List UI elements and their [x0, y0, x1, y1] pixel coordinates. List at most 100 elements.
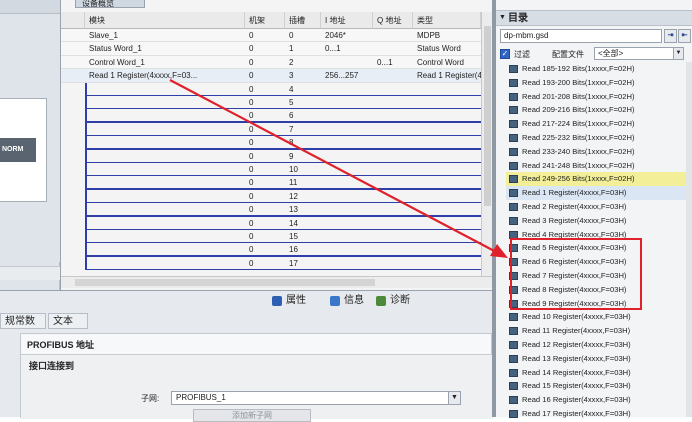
catalog-item[interactable]: Read 11 Register(4xxxx,F=03H) — [506, 324, 686, 338]
empty-slot-row[interactable]: 08 — [61, 136, 481, 150]
catalog-item[interactable]: Read 3 Register(4xxxx,F=03H) — [506, 214, 686, 228]
profile-select[interactable]: <全部> ▼ — [594, 47, 684, 60]
catalog-item[interactable]: Read 12 Register(4xxxx,F=03H) — [506, 338, 686, 352]
module-icon — [509, 382, 518, 391]
catalog-item[interactable]: Read 209-216 Bits(1xxxx,F=02H) — [506, 103, 686, 117]
empty-slot-row[interactable]: 0 10 — [61, 163, 481, 177]
empty-slot-row[interactable]: 07 — [61, 122, 481, 137]
catalog-header[interactable]: ▼ 目录 — [496, 10, 692, 26]
empty-slot-row[interactable]: 09 — [61, 149, 481, 163]
catalog-search-input[interactable]: dp-mbm.gsd — [500, 29, 662, 43]
tab-info[interactable]: 信息 — [328, 293, 364, 309]
scroll-thumb[interactable] — [484, 26, 491, 206]
catalog-item[interactable]: Read 217-224 Bits(1xxxx,F=02H) — [506, 117, 686, 131]
catalog-item[interactable]: Read 241-248 Bits(1xxxx,F=02H) — [506, 159, 686, 173]
cell-i-addr — [321, 56, 373, 69]
empty-slot-row[interactable]: 0 15 — [61, 230, 481, 244]
empty-slot-row[interactable]: 04 — [61, 82, 481, 96]
tab-device-overview[interactable]: 设备概览 — [75, 0, 145, 8]
topology-canvas[interactable]: NORM — [0, 14, 60, 262]
column-header[interactable]: 插槽 — [285, 12, 321, 29]
subnet-select[interactable]: PROFIBUS_1 ▼ — [171, 391, 461, 405]
search-next-icon[interactable]: ⇥ — [664, 29, 677, 43]
catalog-item[interactable]: Read 225-232 Bits(1xxxx,F=02H) — [506, 131, 686, 145]
catalog-item-label: Read 241-248 Bits(1xxxx,F=02H) — [522, 160, 635, 170]
column-header[interactable]: I 地址 — [321, 12, 373, 29]
empty-slot-row[interactable]: 06 — [61, 109, 481, 123]
chevron-down-icon[interactable]: ▼ — [499, 14, 506, 21]
column-header[interactable] — [61, 12, 85, 29]
catalog-item[interactable]: Read 16 Register(4xxxx,F=03H) — [506, 393, 686, 407]
tab-constants[interactable]: 规常数 — [0, 313, 46, 329]
catalog-item[interactable]: Read 13 Register(4xxxx,F=03H) — [506, 352, 686, 366]
overview-vscroll[interactable] — [481, 12, 492, 276]
catalog-panel: ▼ 目录 dp-mbm.gsd ⇥ ⇤ ✓ 过滤 配置文件 <全部> ▼ Rea… — [496, 0, 692, 418]
catalog-item-label: Read 2 Register(4xxxx,F=03H) — [522, 202, 627, 211]
empty-slot-row[interactable]: 05 — [61, 96, 481, 110]
empty-slot-row[interactable]: 0 17 — [61, 256, 481, 271]
table-row[interactable]: Status Word_1 0 1 0...1 Status Word — [61, 42, 481, 56]
filter-checkbox[interactable]: ✓ — [500, 49, 510, 59]
inspector-body: PROFIBUS 地址 接口连接到 子网: PROFIBUS_1 ▼ 添加新子网 — [20, 333, 493, 422]
diagnostics-icon — [376, 296, 386, 306]
empty-slot-row[interactable]: 0 13 — [61, 203, 481, 217]
topology-view[interactable]: NORM — [0, 0, 60, 290]
cell-rack: 0 — [249, 124, 254, 134]
overview-hscroll[interactable] — [61, 276, 493, 288]
chevron-down-icon[interactable]: ▼ — [673, 48, 683, 59]
search-prev-icon[interactable]: ⇤ — [678, 29, 691, 43]
catalog-item[interactable]: Read 14 Register(4xxxx,F=03H) — [506, 366, 686, 380]
catalog-item-label: Read 16 Register(4xxxx,F=03H) — [522, 395, 631, 405]
table-row[interactable]: Read 1 Register(4xxxx,F=03... 0 3 256...257… — [61, 69, 481, 83]
subnet-label: 子网: — [141, 394, 160, 403]
cell-slot: 12 — [289, 191, 298, 201]
cell-rack: 0 — [249, 258, 254, 268]
catalog-item-label: Read 233-240 Bits(1xxxx,F=02H) — [522, 146, 635, 156]
catalog-item[interactable]: Read 233-240 Bits(1xxxx,F=02H) — [506, 145, 686, 159]
catalog-item[interactable]: Read 193-200 Bits(1xxxx,F=02H) — [506, 76, 686, 90]
module-icon — [509, 161, 518, 170]
catalog-item[interactable]: Read 249-256 Bits(1xxxx,F=02H) — [506, 172, 686, 187]
catalog-item[interactable]: Read 2 Register(4xxxx,F=03H) — [506, 200, 686, 214]
catalog-item[interactable]: Read 185-192 Bits(1xxxx,F=02H) — [506, 62, 686, 76]
empty-slot-row[interactable]: 0 14 — [61, 216, 481, 230]
catalog-vscroll[interactable] — [686, 62, 692, 417]
column-header[interactable]: 模块 — [85, 12, 245, 29]
tab-diagnostics[interactable]: 诊断 — [374, 293, 410, 309]
module-icon — [509, 341, 518, 349]
cell-q-addr: 0...1 — [377, 57, 393, 67]
catalog-item[interactable]: Read 17 Register(4xxxx,F=03H) — [506, 407, 686, 421]
tab-properties-label: 属性 — [286, 295, 306, 306]
tab-properties[interactable]: 属性 — [270, 293, 306, 309]
table-row[interactable]: Control Word_1 0 2 0...1 Control Word — [61, 55, 481, 70]
cell-i-addr: 0...1 — [325, 44, 341, 54]
profile-label: 配置文件 — [552, 50, 584, 59]
catalog-item-label: Read 3 Register(4xxxx,F=03H) — [522, 215, 627, 225]
module-icon — [509, 189, 518, 198]
column-header[interactable]: Q 地址 — [373, 12, 413, 29]
empty-slot-row[interactable]: 0 16 — [61, 243, 481, 257]
module-icon — [509, 106, 518, 115]
catalog-item[interactable]: Read 1 Register(4xxxx,F=03H) — [506, 186, 686, 200]
add-subnet-button[interactable]: 添加新子网 — [193, 409, 311, 422]
cell-rack: 0 — [249, 245, 254, 255]
chevron-down-icon[interactable]: ▼ — [448, 392, 460, 404]
cell-module: Slave_1 — [89, 31, 118, 40]
empty-slot-row[interactable]: 0 11 — [61, 176, 481, 190]
cell-module: Status Word_1 — [89, 44, 142, 54]
tab-texts[interactable]: 文本 — [48, 313, 88, 329]
module-icon — [509, 65, 518, 73]
catalog-item-label: Read 10 Register(4xxxx,F=03H) — [522, 312, 631, 322]
column-header[interactable]: 机架 — [245, 12, 285, 29]
catalog-item[interactable]: Read 15 Register(4xxxx,F=03H) — [506, 379, 686, 393]
catalog-title: 目录 — [508, 13, 528, 24]
catalog-item[interactable]: Read 10 Register(4xxxx,F=03H) — [506, 310, 686, 324]
module-icon — [509, 354, 518, 363]
catalog-item[interactable]: Read 201-208 Bits(1xxxx,F=02H) — [506, 90, 686, 104]
scroll-thumb[interactable] — [75, 279, 375, 286]
column-header[interactable]: 类型 — [413, 12, 481, 29]
empty-slot-row[interactable]: 0 12 — [61, 189, 481, 204]
cell-slot: 5 — [289, 98, 294, 107]
topology-hscroll[interactable] — [0, 266, 60, 280]
table-row[interactable]: Slave_1 0 0 2046* MDPB — [61, 29, 481, 43]
